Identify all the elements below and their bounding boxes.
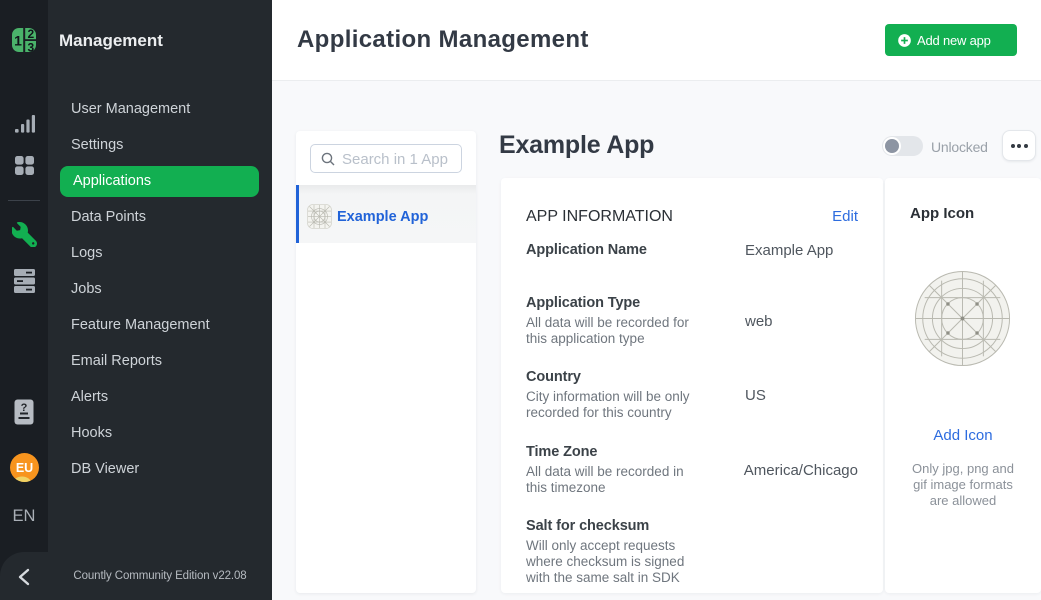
svg-text:3: 3 — [27, 41, 34, 54]
svg-text:EU: EU — [15, 461, 32, 475]
svg-text:1: 1 — [14, 33, 22, 49]
svg-text:?: ? — [21, 402, 28, 414]
svg-text:2: 2 — [27, 27, 34, 41]
